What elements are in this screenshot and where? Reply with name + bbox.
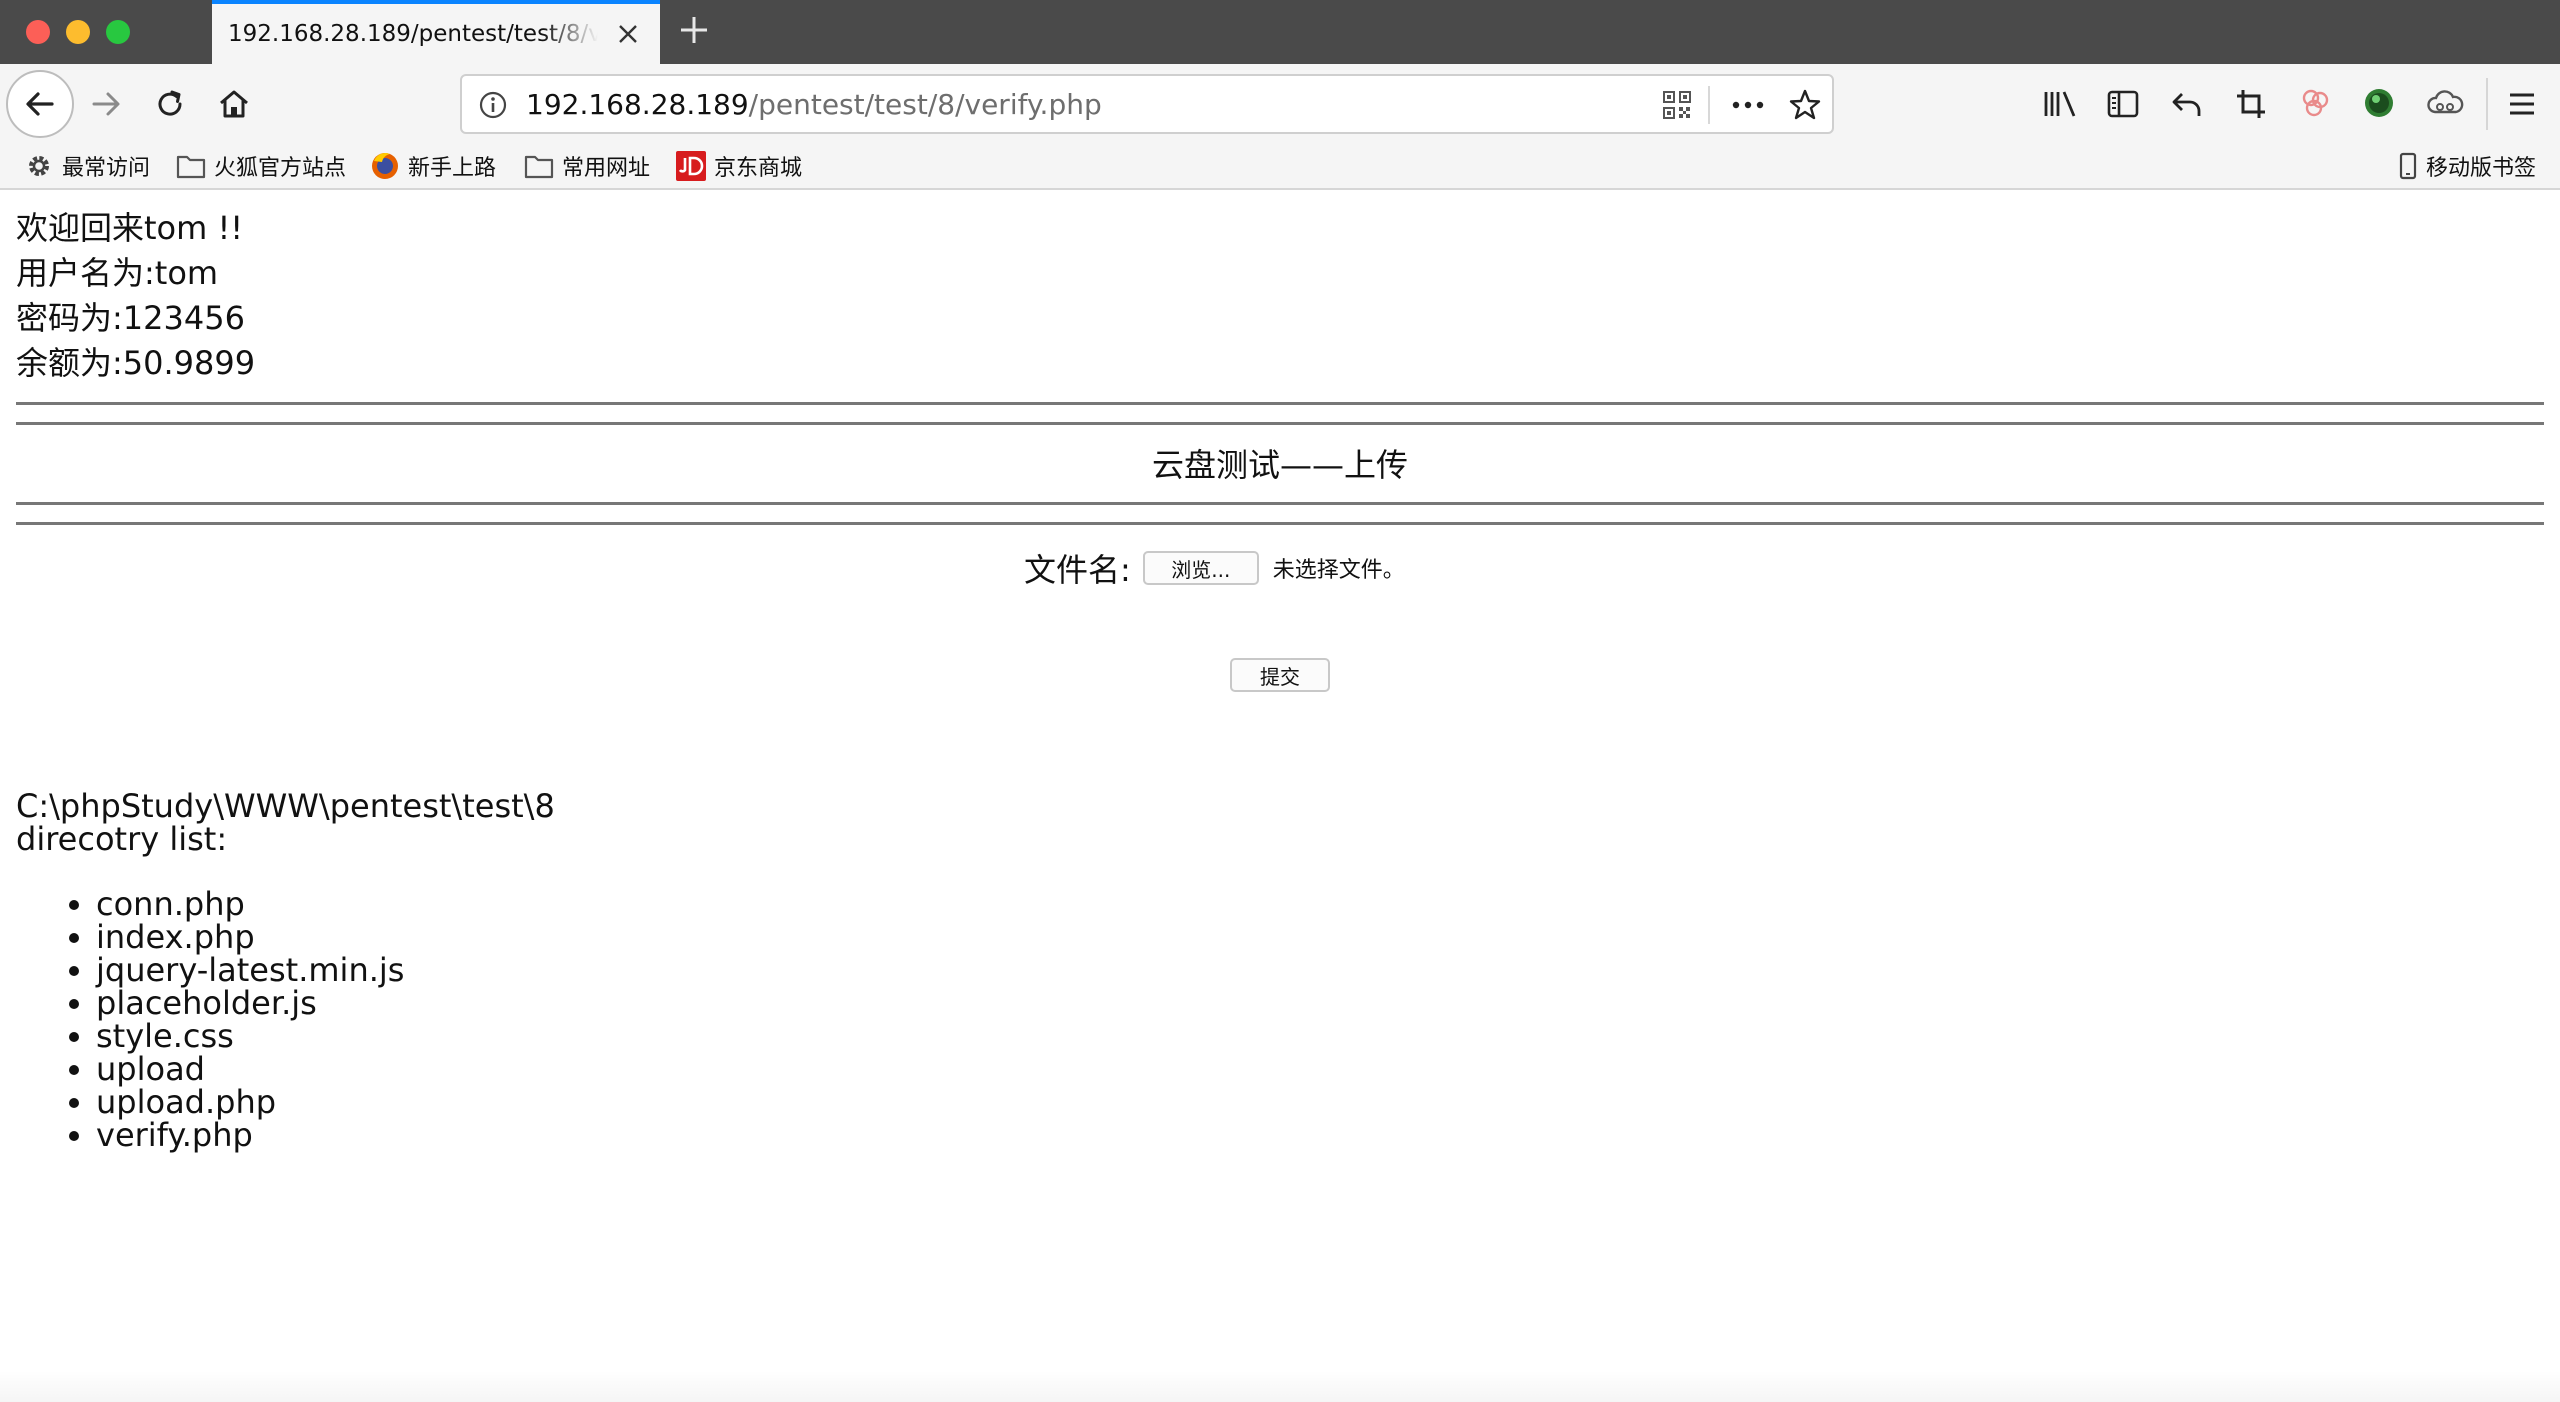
browse-button[interactable]: 浏览... [1142,551,1259,585]
divider [16,522,2544,525]
mobile-icon [2399,152,2417,180]
bookmark-label: 火狐官方站点 [214,156,347,181]
url-text[interactable]: 192.168.28.189/pentest/test/8/verify.php [526,88,1102,121]
username-text: 用户名为:tom [16,254,219,292]
bookmark-firefox-official[interactable]: 火狐官方站点 [176,148,346,184]
folder-icon [524,155,554,179]
divider [16,502,2544,505]
forward-button[interactable] [86,84,126,124]
divider [16,422,2544,425]
window-zoom-button[interactable] [106,20,130,44]
sidebar-icon[interactable] [2106,88,2140,120]
hamburger-menu-icon[interactable] [2506,88,2538,120]
url-bar-separator [1708,86,1710,124]
star-icon[interactable] [1788,88,1822,122]
list-item: verify.php [96,1119,404,1152]
tab-strip: 192.168.28.189/pentest/test/8/verify.php [0,0,2560,64]
gear-icon [29,156,49,176]
reload-button[interactable] [150,84,190,124]
toolbar-divider [2486,78,2488,130]
welcome-text: 欢迎回来tom !! [16,209,244,247]
user-info: 欢迎回来tom !! 用户名为:tom 密码为:123456 余额为:50.98… [16,206,255,386]
bookmark-common-sites[interactable]: 常用网址 [524,148,650,184]
balance-text: 余额为:50.9899 [16,344,256,382]
file-status: 未选择文件。 [1272,558,1405,583]
arrow-right-icon [92,92,120,116]
home-button[interactable] [214,84,254,124]
directory-info: C:\phpStudy\WWW\pentest\test\8 direcotry… [16,790,555,856]
qr-code-icon[interactable] [1662,90,1692,120]
password-text: 密码为:123456 [16,299,245,337]
file-label: 文件名: [1024,551,1131,589]
list-item: upload.php [96,1086,404,1119]
bottom-shade [0,1370,2560,1402]
extension-flower-icon[interactable] [2298,86,2332,120]
firefox-icon [372,153,398,179]
bookmark-getting-started[interactable]: 新手上路 [370,148,496,184]
active-tab[interactable]: 192.168.28.189/pentest/test/8/verify.php [212,0,660,64]
page-content: 欢迎回来tom !! 用户名为:tom 密码为:123456 余额为:50.98… [0,190,2560,1402]
list-item: style.css [96,1020,404,1053]
directory-list: conn.php index.php jquery-latest.min.js … [96,888,404,1152]
bookmark-label: 常用网址 [562,156,651,181]
upload-title: 云盘测试——上传 [1151,446,1408,484]
list-item: placeholder.js [96,987,404,1020]
home-icon [220,90,248,118]
reload-icon [158,90,182,116]
close-icon[interactable] [614,20,642,48]
tab-title: 192.168.28.189/pentest/test/8/verify.php [228,21,598,47]
bookmark-label: 京东商城 [714,156,803,181]
window-minimize-button[interactable] [66,20,90,44]
arrow-left-icon [26,92,54,116]
list-item: jquery-latest.min.js [96,954,404,987]
extension-globe-icon[interactable] [2362,86,2396,120]
info-icon[interactable] [478,90,508,120]
folder-icon [176,155,206,179]
url-host: 192.168.28.189 [526,87,749,121]
bookmark-label: 移动版书签 [2426,156,2537,181]
list-item: upload [96,1053,404,1086]
extension-cloud-icon[interactable] [2426,86,2464,120]
submit-button[interactable]: 提交 [1230,658,1330,692]
list-item: index.php [96,921,404,954]
back-button[interactable] [6,70,74,138]
divider [16,402,2544,405]
bookmarks-bar: 最常访问 火狐官方站点 新手上路 常用网址 京东商城 移动版书签 [0,144,2560,190]
list-item: conn.php [96,888,404,921]
undo-icon[interactable] [2170,88,2204,120]
bookmark-most-visited[interactable]: 最常访问 [24,148,150,184]
bookmark-label: 最常访问 [62,156,151,181]
plus-icon[interactable] [676,12,712,48]
bookmark-label: 新手上路 [408,156,497,181]
bookmark-jd-mall[interactable]: 京东商城 [676,148,802,184]
window-close-button[interactable] [26,20,50,44]
url-path: /pentest/test/8/verify.php [748,87,1102,121]
more-actions-icon[interactable] [1730,90,1766,120]
bookmark-mobile[interactable]: 移动版书签 [2398,148,2536,184]
directory-list-heading: direcotry list: [16,820,228,858]
file-input-row: 文件名: 浏览... 未选择文件。 [1024,546,1405,590]
crop-screenshot-icon[interactable] [2234,88,2268,120]
jd-icon [676,151,706,181]
library-icon[interactable] [2042,88,2078,120]
navigation-toolbar: 192.168.28.189/pentest/test/8/verify.php [0,64,2560,144]
directory-path: C:\phpStudy\WWW\pentest\test\8 [16,787,555,825]
url-bar[interactable]: 192.168.28.189/pentest/test/8/verify.php [460,74,1834,134]
